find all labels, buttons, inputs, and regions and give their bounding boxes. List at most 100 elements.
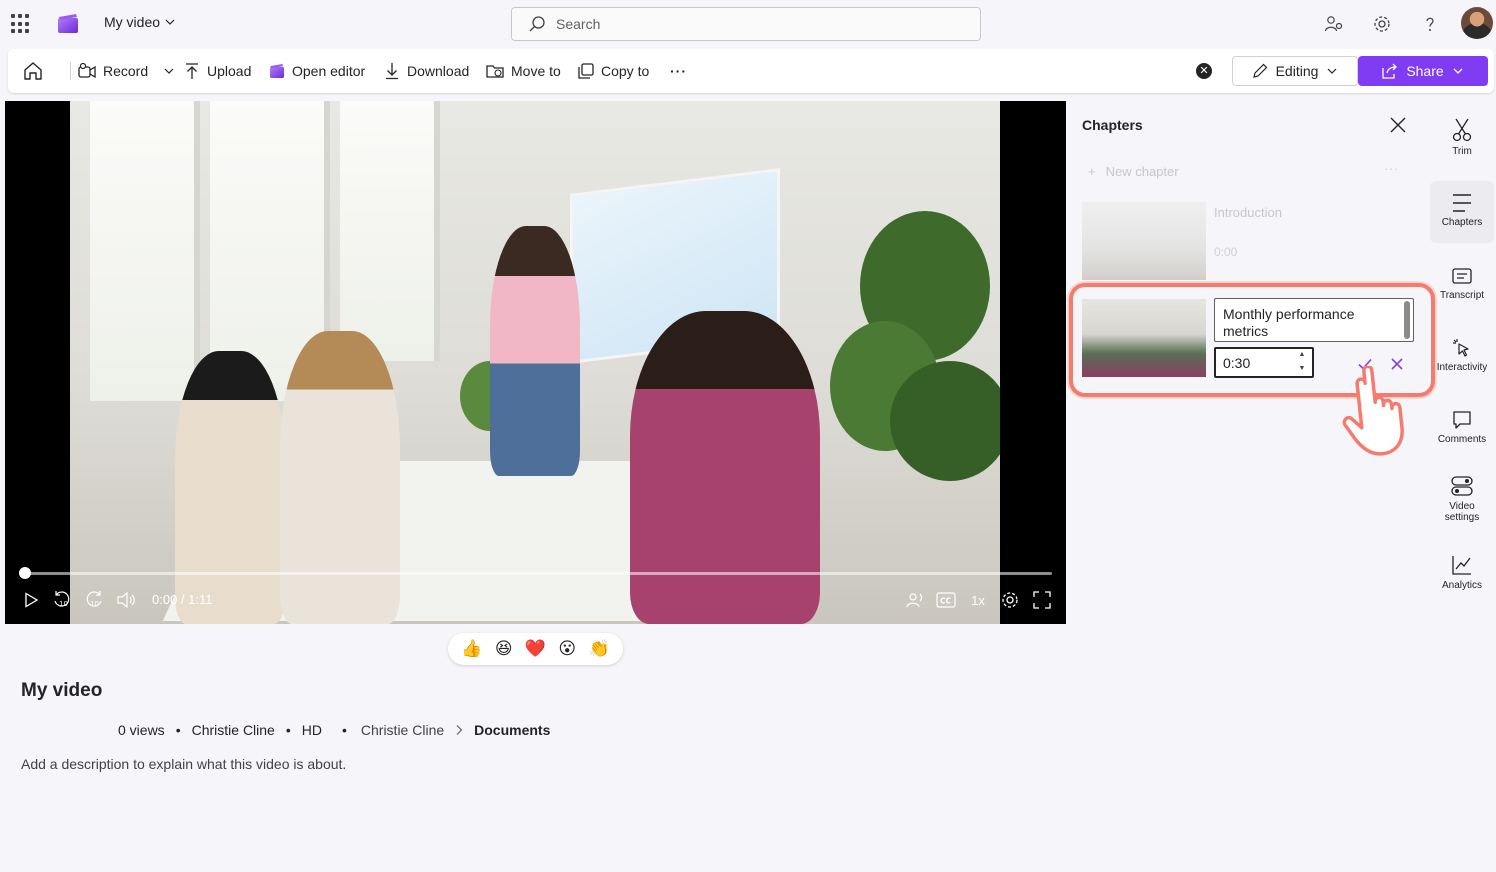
analytics-label: Analytics — [1441, 580, 1482, 591]
svg-text:10: 10 — [90, 600, 99, 608]
share-label: Share — [1406, 63, 1444, 79]
progress-handle[interactable] — [19, 567, 31, 579]
breadcrumb-folder[interactable]: Documents — [474, 722, 550, 738]
svg-text:CC: CC — [940, 597, 952, 606]
new-chapter-button[interactable]: + New chapter — [1088, 164, 1179, 179]
copy-to-label: Copy to — [601, 63, 650, 79]
move-to-label: Move to — [511, 63, 561, 79]
interactivity-label: Interactivity — [1436, 362, 1488, 373]
chevron-down-icon — [1327, 68, 1337, 74]
record-button[interactable]: Record — [78, 49, 175, 93]
home-button[interactable] — [22, 49, 44, 93]
copy-to-button[interactable]: Copy to — [578, 49, 649, 93]
download-button[interactable]: Download — [384, 49, 469, 93]
trim-label: Trim — [1452, 146, 1472, 157]
chapter-thumbnail[interactable] — [1082, 202, 1206, 280]
search-box[interactable] — [511, 7, 981, 41]
pointer-hand-icon — [1342, 366, 1404, 456]
chapters-tab[interactable]: Chapters — [1430, 181, 1494, 243]
analytics-tab[interactable]: Analytics — [1430, 554, 1494, 594]
command-bar: Record Upload Open editor Download Move … — [8, 49, 1494, 93]
volume-icon[interactable] — [115, 589, 137, 611]
video-settings-label-2: settings — [1444, 512, 1480, 523]
breadcrumb-owner[interactable]: Christie Cline — [361, 722, 444, 738]
copy-icon — [578, 63, 594, 79]
interactivity-tab[interactable]: Interactivity — [1430, 338, 1494, 378]
open-editor-button[interactable]: Open editor — [269, 49, 365, 93]
clipchamp-logo[interactable] — [57, 13, 79, 35]
video-frame — [70, 101, 1000, 624]
heart-reaction[interactable]: ❤️ — [524, 638, 546, 660]
cc-icon[interactable]: CC — [935, 589, 957, 611]
avatar[interactable] — [1461, 7, 1493, 39]
pencil-icon — [1252, 63, 1267, 78]
people-settings-icon[interactable] — [1322, 12, 1346, 36]
time-display: 0:00 / 1:11 — [152, 592, 213, 607]
laugh-reaction[interactable]: 😆 — [493, 638, 515, 660]
rewind-10-icon[interactable]: 10 — [51, 589, 73, 611]
download-label: Download — [407, 63, 470, 79]
description-field[interactable]: Add a description to explain what this v… — [21, 756, 346, 772]
gear-icon[interactable] — [1370, 12, 1394, 36]
top-header: My video — [0, 0, 1496, 48]
surprised-reaction[interactable]: 😮 — [556, 638, 578, 660]
chevron-down-icon — [164, 68, 174, 74]
owner-link[interactable]: Christie Cline — [192, 722, 275, 738]
video-settings-tab[interactable]: Video settings — [1430, 475, 1494, 527]
folder-move-icon — [486, 65, 504, 78]
chapters-panel-title: Chapters — [1082, 117, 1143, 133]
reactions-bar: 👍 😆 ❤️ 😮 👏 — [448, 633, 623, 665]
quality-badge: HD — [301, 722, 322, 738]
fullscreen-icon[interactable] — [1031, 589, 1053, 611]
analytics-chart-icon — [1452, 556, 1471, 575]
record-camera-icon — [78, 62, 96, 79]
chevron-right-icon — [456, 725, 463, 735]
record-label: Record — [103, 63, 149, 79]
more-options-button[interactable]: ··· — [670, 49, 687, 93]
more-options-icon[interactable]: ··· — [1384, 160, 1398, 176]
editing-mode-button[interactable]: Editing — [1232, 56, 1358, 86]
chapter-time: 0:00 — [1214, 245, 1238, 259]
comment-icon — [1453, 411, 1471, 429]
share-icon — [1382, 63, 1398, 79]
scissors-icon — [1452, 118, 1472, 142]
play-icon[interactable] — [21, 589, 41, 611]
share-button[interactable]: Share — [1358, 56, 1488, 86]
video-title-heading: My video — [21, 680, 103, 701]
settings-icon[interactable] — [999, 589, 1021, 611]
chapter-title[interactable]: Introduction — [1214, 205, 1282, 220]
views-count: 0 views — [118, 722, 165, 738]
divider — [70, 62, 71, 80]
video-metadata: 0 views • Christie Cline • HD • Christie… — [118, 722, 551, 738]
upload-button[interactable]: Upload — [184, 49, 251, 93]
search-input[interactable] — [556, 16, 956, 32]
chapters-list-icon — [1453, 194, 1471, 212]
video-player[interactable]: 10 10 0:00 / 1:11 CC 1x — [5, 101, 1066, 624]
thumbs-up-reaction[interactable]: 👍 — [461, 638, 483, 660]
clipchamp-icon — [270, 64, 284, 78]
video-title-dropdown[interactable]: My video — [104, 14, 176, 30]
move-to-button[interactable]: Move to — [486, 49, 561, 93]
transcript-label: Transcript — [1439, 290, 1485, 301]
home-icon — [24, 62, 42, 80]
chapters-label: Chapters — [1441, 217, 1483, 228]
help-icon[interactable] — [1418, 12, 1442, 36]
forward-10-icon[interactable]: 10 — [83, 589, 105, 611]
svg-text:10: 10 — [59, 600, 68, 608]
new-chapter-label: New chapter — [1105, 164, 1179, 179]
live-captions-icon[interactable] — [904, 589, 926, 611]
comments-tab[interactable]: Comments — [1430, 410, 1494, 448]
trim-button[interactable]: Trim — [1430, 118, 1494, 164]
playback-speed-button[interactable]: 1x — [967, 589, 989, 611]
progress-track[interactable] — [25, 572, 1052, 575]
transcript-tab[interactable]: Transcript — [1430, 268, 1494, 306]
open-editor-label: Open editor — [292, 63, 366, 79]
clap-reaction[interactable]: 👏 — [588, 638, 610, 660]
close-circle-icon[interactable]: ✕ — [1196, 63, 1212, 79]
waffle-icon[interactable] — [11, 14, 31, 34]
close-icon[interactable] — [1388, 115, 1408, 135]
upload-icon — [186, 63, 198, 79]
cursor-click-icon — [1453, 339, 1469, 357]
search-icon — [529, 16, 545, 32]
video-settings-label-1: Video — [1449, 501, 1475, 512]
